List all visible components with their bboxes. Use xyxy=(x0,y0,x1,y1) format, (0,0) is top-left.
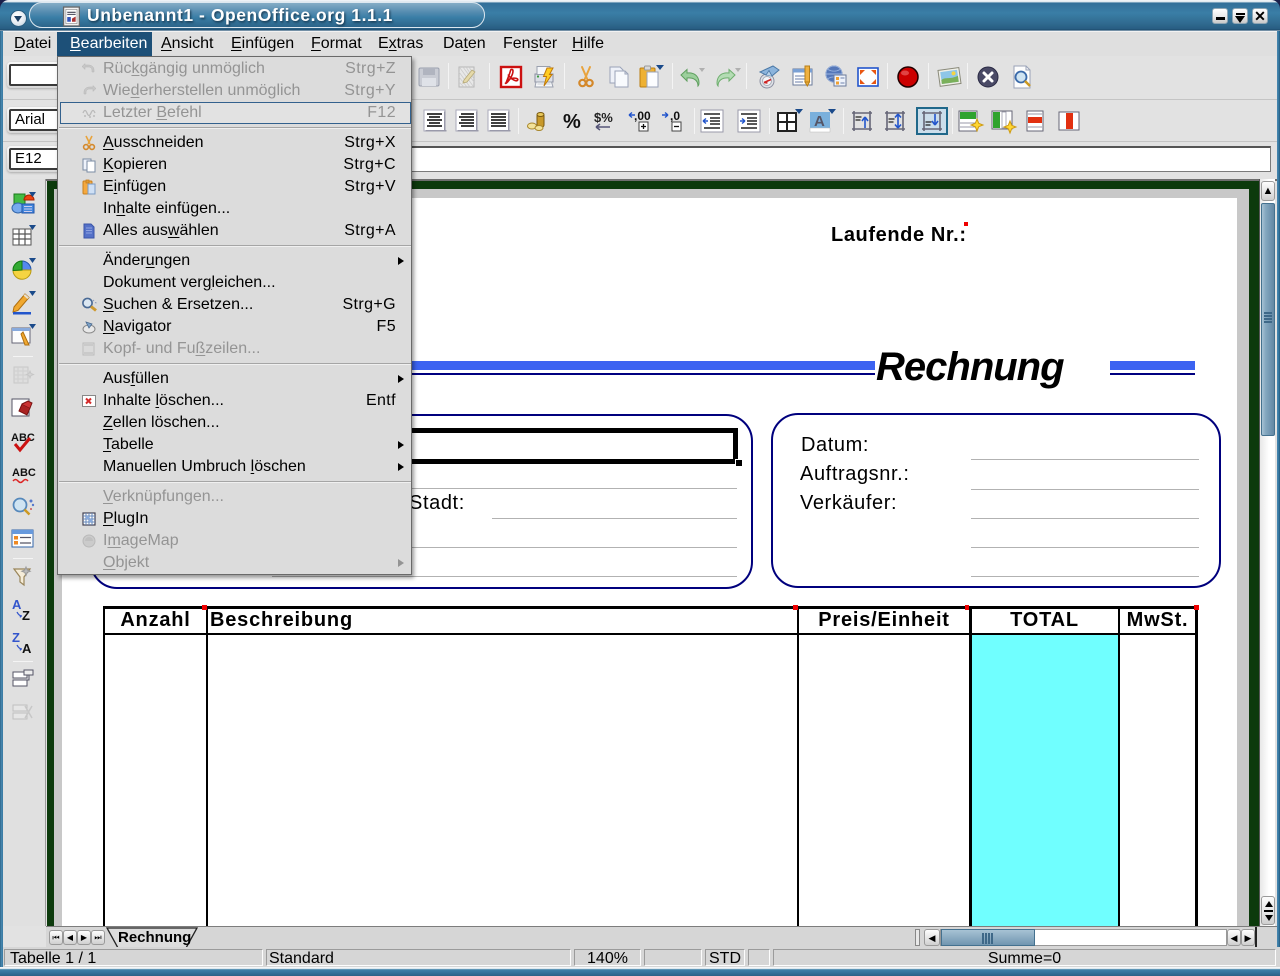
svg-text:%: % xyxy=(563,111,581,133)
svg-text:Z: Z xyxy=(22,608,30,622)
svg-text:ABC: ABC xyxy=(12,467,36,479)
svg-text:$%: $% xyxy=(594,110,613,125)
svg-text:Z: Z xyxy=(12,631,20,645)
svg-text:A: A xyxy=(12,598,22,612)
svg-text:,0: ,0 xyxy=(670,109,680,123)
svg-text:A: A xyxy=(22,641,32,655)
svg-text:A: A xyxy=(814,113,825,130)
svg-text:ABC: ABC xyxy=(11,432,35,444)
svg-text:,00: ,00 xyxy=(634,109,651,123)
